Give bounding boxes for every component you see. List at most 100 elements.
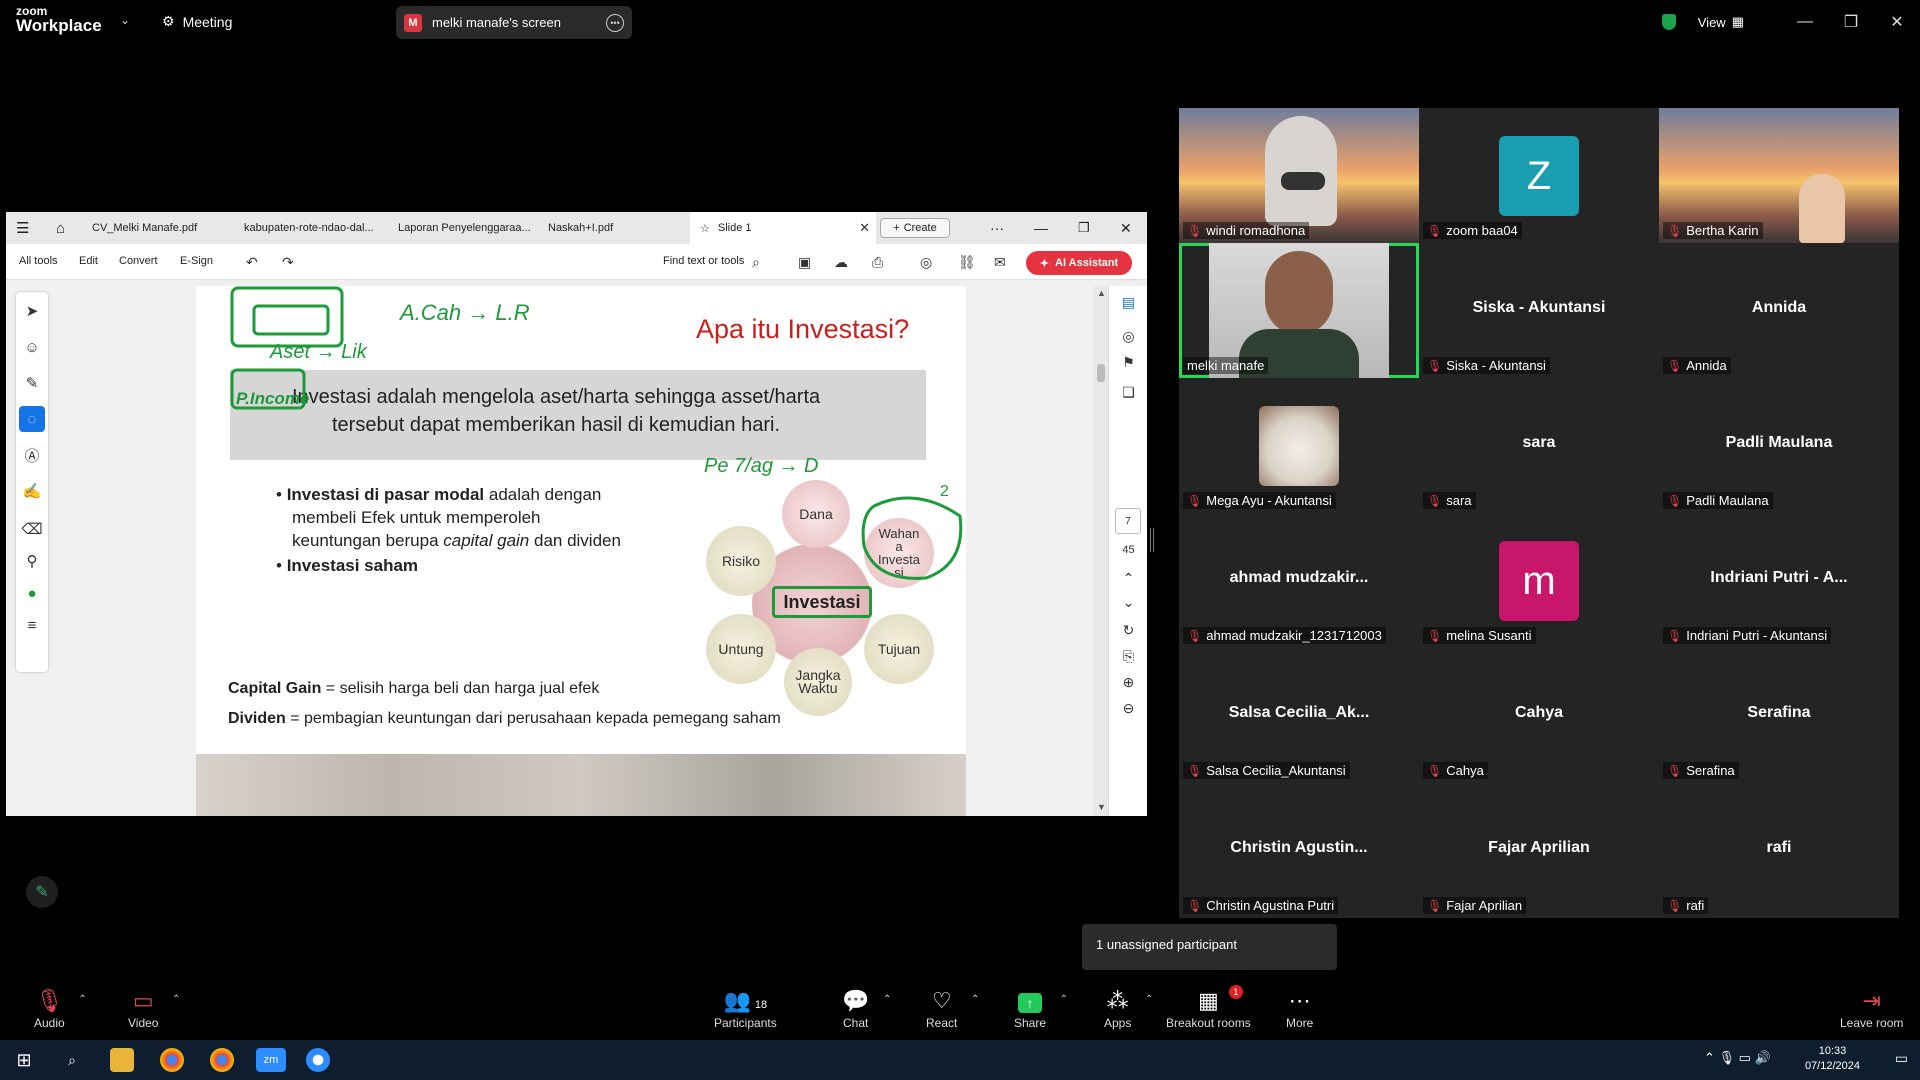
browser-app-icon[interactable] xyxy=(306,1048,330,1072)
notifications-icon[interactable]: ▭ xyxy=(1895,1050,1908,1067)
page-number-input[interactable]: 7 xyxy=(1115,508,1141,534)
convert-menu[interactable]: Convert xyxy=(119,255,158,267)
participant-tile[interactable]: 🎙 Mega Ayu - Akuntansi xyxy=(1179,378,1419,513)
clock[interactable]: 10:33 07/12/2024 xyxy=(1805,1044,1860,1074)
tab-kabupaten[interactable]: kabupaten-rote-ndao-dal... xyxy=(234,212,386,244)
react-button[interactable]: ♡ React ⌃ xyxy=(926,988,979,1030)
chat-options-caret[interactable]: ⌃ xyxy=(883,994,891,1005)
restore-button[interactable]: ❐ xyxy=(1068,212,1098,244)
color-picker-icon[interactable]: ● xyxy=(16,580,48,606)
participant-tile-active-speaker[interactable]: melki manafe xyxy=(1179,243,1419,378)
chrome-icon[interactable] xyxy=(160,1048,184,1072)
pages-icon[interactable]: ❏ xyxy=(1109,384,1148,401)
line-weight-icon[interactable]: ≡ xyxy=(16,612,48,638)
leave-room-button[interactable]: ⇥ Leave room xyxy=(1840,988,1903,1030)
participant-tile[interactable]: sara 🎙 sara xyxy=(1419,378,1659,513)
apps-options-caret[interactable]: ⌃ xyxy=(1145,994,1153,1005)
minimize-button[interactable]: — xyxy=(1782,13,1828,31)
ai-summary-icon[interactable]: ▤ xyxy=(1109,294,1148,311)
chevron-down-icon[interactable]: ⌄ xyxy=(120,13,130,27)
all-tools-menu[interactable]: All tools xyxy=(19,255,58,267)
security-shield-icon[interactable] xyxy=(1661,14,1676,30)
video-options-caret[interactable]: ⌃ xyxy=(172,994,180,1005)
search-icon[interactable]: ⌕ xyxy=(60,1048,84,1072)
minimize-button[interactable]: — xyxy=(1024,212,1054,244)
fill-sign-icon[interactable]: ✍ xyxy=(16,478,48,504)
video-button[interactable]: ▭ Video ⌃ xyxy=(128,988,180,1030)
upload-cloud-icon[interactable]: ☁ xyxy=(834,254,848,271)
find-tools-field[interactable]: Find text or tools xyxy=(663,255,744,267)
more-menu-icon[interactable]: ··· xyxy=(980,212,1010,244)
audio-options-caret[interactable]: ⌃ xyxy=(78,994,86,1005)
freehand-draw-icon[interactable]: ◌ xyxy=(19,406,45,432)
participant-tile[interactable]: Indriani Putri - A... 🎙 Indriani Putri - … xyxy=(1659,513,1899,648)
participant-tile[interactable]: Christin Agustin... 🎙 Christin Agustina P… xyxy=(1179,783,1419,918)
tab-cv-melki[interactable]: CV_Melki Manafe.pdf xyxy=(82,212,232,244)
tab-laporan[interactable]: Laporan Penyelenggaraa... xyxy=(388,212,536,244)
participant-tile[interactable]: ahmad mudzakir... 🎙 ahmad mudzakir_123171… xyxy=(1179,513,1419,648)
star-icon[interactable]: ☆ xyxy=(700,222,710,235)
edit-menu[interactable]: Edit xyxy=(79,255,98,267)
zoom-app-icon[interactable]: zm xyxy=(256,1048,286,1072)
highlight-pen-icon[interactable]: ✎ xyxy=(16,370,48,396)
share-button[interactable]: ↑ Share ⌃ xyxy=(1014,988,1068,1030)
breakout-rooms-button[interactable]: ▦ 1 Breakout rooms xyxy=(1166,985,1251,1030)
bookmark-icon[interactable]: ⚑ xyxy=(1109,354,1148,371)
share-options-caret[interactable]: ⌃ xyxy=(1060,994,1068,1005)
search-icon[interactable]: ⌕ xyxy=(752,254,760,271)
chevron-down-icon[interactable]: ⌄ xyxy=(1109,594,1148,611)
participant-tile[interactable]: 🎙 windi romadhona xyxy=(1179,108,1419,243)
split-handle[interactable] xyxy=(1150,528,1154,552)
participant-tile[interactable]: Cahya 🎙 Cahya xyxy=(1419,648,1659,783)
pin-icon[interactable]: ⚲ xyxy=(16,548,48,574)
rotate-icon[interactable]: ↻ xyxy=(1109,622,1148,639)
create-button[interactable]: + Create xyxy=(880,218,950,238)
more-button[interactable]: ⋯ More xyxy=(1286,988,1313,1030)
file-explorer-icon[interactable] xyxy=(110,1048,134,1072)
screen-share-indicator[interactable]: M melki manafe's screen ••• xyxy=(396,6,632,39)
participant-tile[interactable]: rafi 🎙 rafi xyxy=(1659,783,1899,918)
system-tray-icons[interactable]: ⌃ 🎙 ▭ 🔊 xyxy=(1704,1050,1771,1066)
esign-menu[interactable]: E-Sign xyxy=(180,255,213,267)
hamburger-menu-icon[interactable]: ☰ xyxy=(6,212,46,244)
close-button[interactable]: ✕ xyxy=(1110,212,1140,244)
tab-naskah[interactable]: Naskah+I.pdf xyxy=(538,212,688,244)
apps-button[interactable]: ⁂ Apps ⌃ xyxy=(1104,988,1153,1030)
accessibility-icon[interactable]: ◎ xyxy=(920,254,932,271)
zoom-in-icon[interactable]: ⊕ xyxy=(1109,674,1148,691)
home-icon[interactable]: ⌂ xyxy=(46,212,78,244)
participant-tile[interactable]: 🎙 Bertha Karin xyxy=(1659,108,1899,243)
comment-icon[interactable]: ☺ xyxy=(16,334,48,360)
print-icon[interactable]: ⎙ xyxy=(872,254,883,271)
eraser-icon[interactable]: ⌫ xyxy=(16,516,48,542)
annotate-pen-icon[interactable]: ✎ xyxy=(26,876,58,908)
chevron-up-icon[interactable]: ⌃ xyxy=(1109,570,1148,587)
restore-button[interactable]: ❐ xyxy=(1828,12,1874,32)
link-icon[interactable]: ⛓ xyxy=(958,254,976,271)
redo-icon[interactable]: ↷ xyxy=(282,254,294,271)
participant-tile[interactable]: Annida 🎙 Annida xyxy=(1659,243,1899,378)
vertical-scrollbar[interactable]: ▲ ▼ xyxy=(1094,286,1108,816)
participant-tile[interactable]: Fajar Aprilian 🎙 Fajar Aprilian xyxy=(1419,783,1659,918)
more-options-icon[interactable]: ••• xyxy=(606,13,624,32)
scroll-down-icon[interactable]: ▼ xyxy=(1097,802,1106,812)
view-button[interactable]: View ▦ xyxy=(1698,14,1744,30)
participant-tile[interactable]: Padli Maulana 🎙 Padli Maulana xyxy=(1659,378,1899,513)
chat-button[interactable]: 💬 Chat ⌃ xyxy=(842,988,891,1030)
tab-slide-1[interactable]: ☆ Slide 1 ✕ xyxy=(690,212,876,244)
participant-tile[interactable]: Serafina 🎙 Serafina xyxy=(1659,648,1899,783)
participant-tile[interactable]: m 🎙 melina Susanti xyxy=(1419,513,1659,648)
chrome-profile-icon[interactable] xyxy=(210,1048,234,1072)
participant-tile[interactable]: Salsa Cecilia_Ak... 🎙 Salsa Cecilia_Akunt… xyxy=(1179,648,1419,783)
comments-icon[interactable]: ◎ xyxy=(1109,328,1148,345)
text-box-icon[interactable]: Ⓐ xyxy=(16,442,48,468)
ai-assistant-button[interactable]: ✦ AI Assistant xyxy=(1026,251,1132,275)
participant-tile[interactable]: Siska - Akuntansi 🎙 Siska - Akuntansi xyxy=(1419,243,1659,378)
undo-icon[interactable]: ↶ xyxy=(246,254,258,271)
participants-button[interactable]: 👥 18 Participants xyxy=(714,988,777,1030)
save-icon[interactable]: ▣ xyxy=(798,254,811,271)
close-button[interactable]: ✕ xyxy=(1874,12,1920,32)
meeting-menu[interactable]: ⚙ Meeting xyxy=(162,13,232,30)
react-options-caret[interactable]: ⌃ xyxy=(971,994,979,1005)
zoom-out-icon[interactable]: ⊖ xyxy=(1109,700,1148,717)
